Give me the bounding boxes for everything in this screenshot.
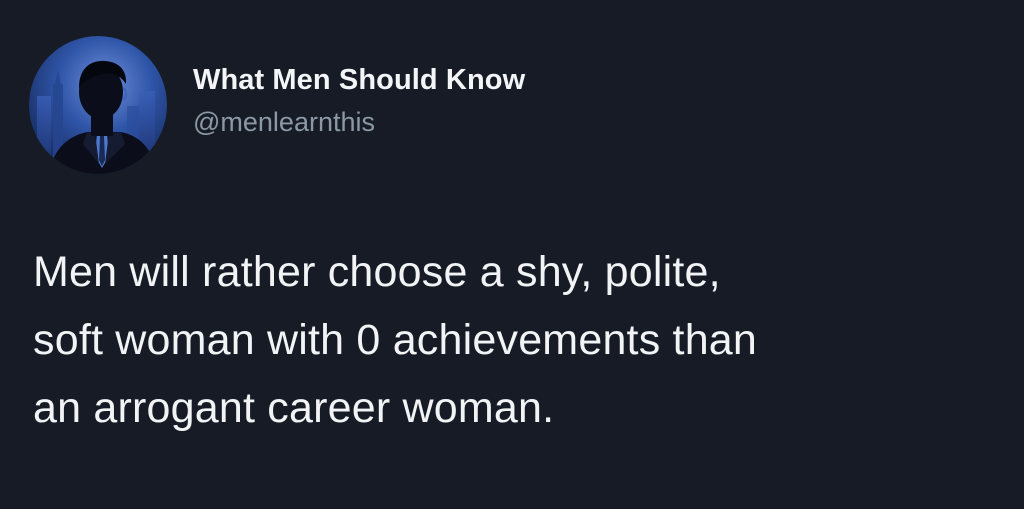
tweet-card: What Men Should Know @menlearnthis Men w…	[0, 0, 1024, 509]
tweet-text: Men will rather choose a shy, polite, so…	[33, 248, 758, 432]
man-in-suit-silhouette-icon	[29, 36, 167, 174]
avatar[interactable]	[29, 36, 167, 174]
display-name[interactable]: What Men Should Know	[193, 62, 525, 98]
tweet-author: What Men Should Know @menlearnthis	[193, 62, 525, 138]
user-handle[interactable]: @menlearnthis	[193, 106, 525, 138]
